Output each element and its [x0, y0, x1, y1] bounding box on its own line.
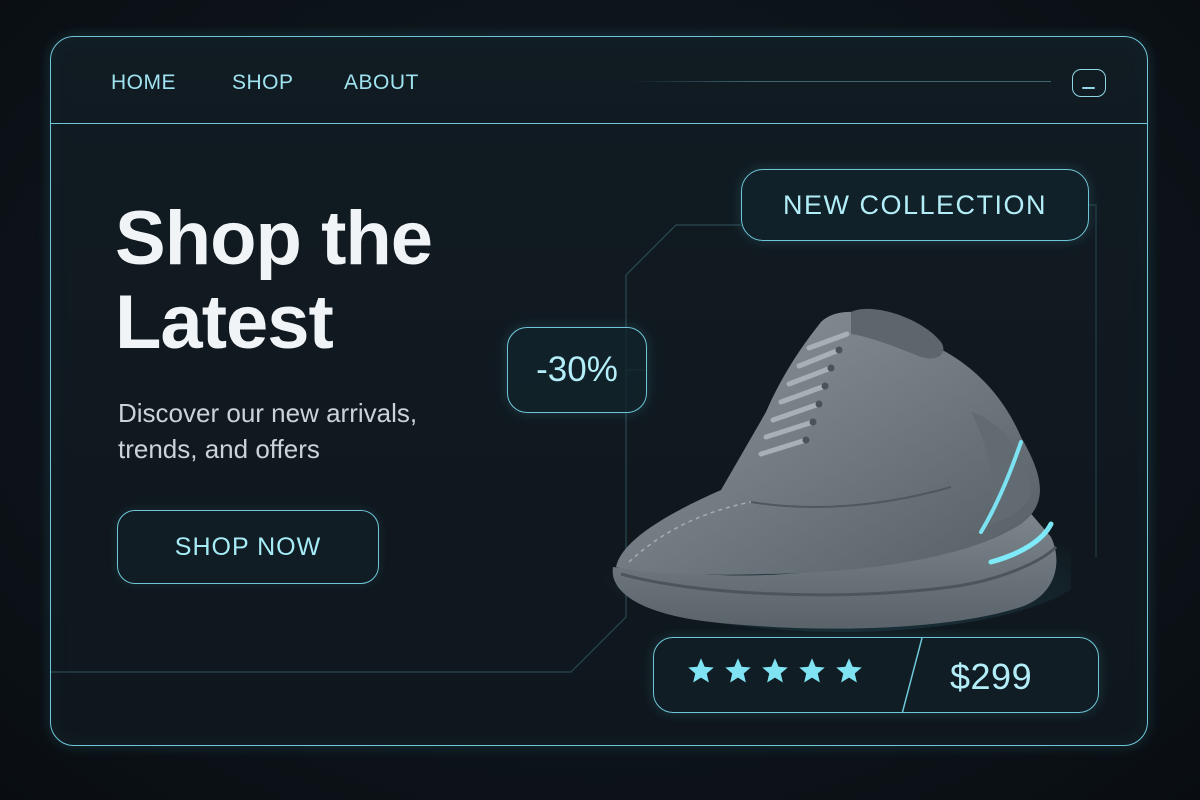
nav-about-link[interactable]: ABOUT — [344, 71, 419, 95]
star-icon — [836, 658, 862, 683]
star-icon — [725, 658, 751, 683]
nav-shop-link[interactable]: SHOP — [232, 71, 294, 95]
new-collection-tag[interactable]: NEW COLLECTION — [741, 169, 1089, 241]
price-rating-bar: $299 — [653, 637, 1099, 713]
menu-icon[interactable] — [1072, 69, 1106, 97]
discount-badge: -30% — [507, 327, 647, 413]
product-price: $299 — [950, 656, 1033, 697]
top-navbar: HOME SHOP ABOUT — [51, 37, 1147, 124]
sneaker-image — [591, 308, 1071, 632]
hero-title: Shop the Latest — [115, 196, 433, 365]
star-icon — [688, 658, 714, 683]
menu-icon-bar — [1082, 87, 1095, 89]
nav-home-link[interactable]: HOME — [111, 71, 176, 95]
nav-divider-line — [631, 81, 1051, 82]
shop-now-button[interactable]: SHOP NOW — [117, 510, 379, 584]
star-rating — [686, 656, 864, 686]
star-icon — [799, 658, 825, 683]
star-icon — [762, 658, 788, 683]
hero-card: HOME SHOP ABOUT Shop the Latest Discover… — [50, 36, 1148, 746]
hero-subtitle: Discover our new arrivals, trends, and o… — [118, 398, 418, 464]
